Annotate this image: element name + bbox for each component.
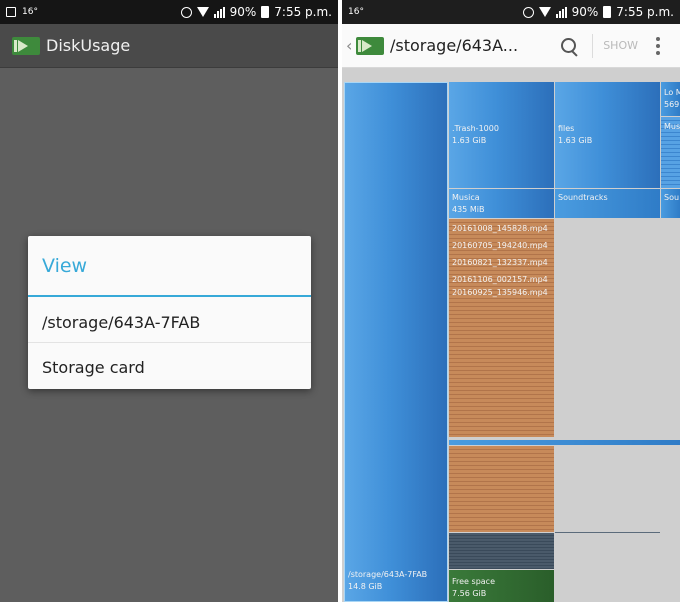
video-file-label: 20161008_145828.mp4 [452, 224, 548, 233]
search-icon[interactable] [560, 37, 578, 55]
node-name: .Trash-1000 [452, 124, 499, 133]
node-size: 569 [664, 100, 680, 109]
treemap-node-root[interactable]: /storage/643A-7FAB 14.8 GiB [344, 82, 448, 602]
dialog-title: View [42, 255, 88, 277]
node-name: Free space [452, 577, 495, 586]
treemap[interactable]: /storage/643A-7FAB 14.8 GiB .Trash-1000 … [342, 80, 680, 602]
node-name: Sou [664, 193, 680, 202]
treemap-node-videos[interactable]: 20161008_145828.mp4 20160705_194240.mp4 … [449, 219, 554, 437]
node-size: 1.63 GiB [558, 136, 593, 145]
temperature-text: 16° [22, 7, 38, 17]
treemap-node-small-files[interactable] [449, 533, 554, 569]
temperature-text: 16° [348, 7, 364, 17]
dialog-option-divider [28, 342, 311, 343]
battery-icon [603, 6, 612, 18]
video-file-label: 20160705_194240.mp4 [452, 241, 548, 250]
dialog-option-storage-path[interactable]: /storage/643A-7FAB [42, 313, 200, 332]
video-file-label: 20160821_132337.mp4 [452, 258, 548, 267]
treemap-node-soundtracks[interactable]: Soundtracks [555, 189, 660, 218]
node-size: 1.63 GiB [452, 136, 487, 145]
treemap-node-files[interactable]: files 1.63 GiB [555, 82, 660, 188]
app-logo-icon [12, 36, 40, 55]
status-bar: 16° 90% 7:55 p.m. [0, 0, 338, 24]
gallery-notification-icon [6, 7, 16, 17]
video-file-label: 20160925_135946.mp4 [452, 288, 548, 297]
treemap-node-musica[interactable]: Musica 435 MiB [449, 189, 554, 218]
current-path-title: /storage/643A... [390, 36, 519, 55]
battery-icon [261, 6, 270, 18]
view-dialog: View /storage/643A-7FAB Storage card [28, 236, 311, 389]
signal-icon [555, 6, 567, 18]
node-name: files [558, 124, 575, 133]
node-name: /storage/643A-7FAB [348, 570, 428, 579]
status-bar: 16° 90% 7:55 p.m. [342, 0, 680, 24]
wifi-icon [538, 7, 551, 17]
treemap-node-sou[interactable]: Sou [661, 189, 680, 218]
back-chevron-icon[interactable]: ‹ [346, 36, 356, 55]
node-name: Mus [664, 122, 680, 131]
node-size: 14.8 GiB [348, 582, 383, 591]
treemap-node-trash[interactable]: .Trash-1000 1.63 GiB [449, 82, 554, 188]
app-logo-icon[interactable] [356, 36, 384, 55]
wifi-icon [196, 7, 209, 17]
dialog-option-storage-card[interactable]: Storage card [42, 358, 145, 377]
treemap-node-thin-dir[interactable] [449, 440, 680, 445]
action-bar: ‹ /storage/643A... SHOW [342, 24, 680, 68]
treemap-node-free-space[interactable]: Free space 7.56 GiB [449, 570, 554, 602]
show-button[interactable]: SHOW [603, 39, 638, 52]
signal-icon [213, 6, 225, 18]
treemap-node-lo[interactable]: Lo M 569 [661, 82, 680, 116]
alarm-icon [522, 6, 534, 18]
app-bar: DiskUsage [0, 24, 338, 68]
overflow-menu-icon[interactable] [656, 36, 660, 55]
video-file-label: 20161106_002157.mp4 [452, 275, 548, 284]
node-size: 435 MiB [452, 205, 485, 214]
treemap-node-more-files[interactable] [449, 446, 554, 532]
node-name: Musica [452, 193, 480, 202]
toolbar-separator [592, 33, 594, 58]
node-name: Soundtracks [558, 193, 608, 202]
left-screen: 16° 90% 7:55 p.m. DiskUsage View /storag… [0, 0, 338, 602]
battery-percent: 90% [571, 5, 599, 19]
battery-percent: 90% [229, 5, 257, 19]
alarm-icon [180, 6, 192, 18]
clock: 7:55 p.m. [274, 5, 332, 19]
dialog-title-divider [28, 295, 311, 297]
node-size: 7.56 GiB [452, 589, 487, 598]
right-screen: 16° 90% 7:55 p.m. ‹ /storage/643A... SHO… [342, 0, 680, 602]
node-name: Lo M [664, 88, 680, 97]
app-title: DiskUsage [46, 36, 131, 55]
treemap-node-line [555, 532, 660, 533]
treemap-node-mus[interactable]: Mus [661, 117, 680, 188]
clock: 7:55 p.m. [616, 5, 674, 19]
